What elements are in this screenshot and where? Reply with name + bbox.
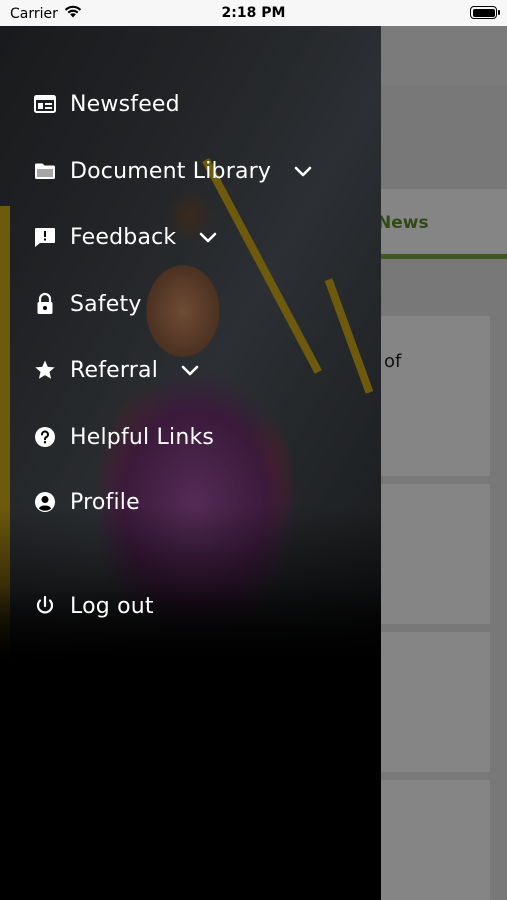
- menu-item-label: Referral: [70, 357, 159, 383]
- menu-item-label: Feedback: [70, 224, 177, 250]
- feedback-icon: [32, 224, 58, 250]
- menu-item-label: Helpful Links: [70, 424, 215, 450]
- status-time: 2:18 PM: [221, 5, 286, 21]
- menu-item-safety[interactable]: Safety: [32, 284, 142, 324]
- menu-item-newsfeed[interactable]: Newsfeed: [32, 84, 180, 124]
- chevron-down-icon[interactable]: [196, 225, 220, 249]
- folder-icon: [32, 158, 58, 184]
- help-icon: [32, 424, 58, 450]
- chevron-down-icon[interactable]: [291, 159, 315, 183]
- status-bar: Carrier 2:18 PM: [0, 0, 507, 26]
- menu-item-document-library[interactable]: Document Library: [32, 151, 315, 191]
- menu-item-label: Safety: [70, 291, 142, 317]
- newsfeed-icon: [32, 91, 58, 117]
- menu-item-feedback[interactable]: Feedback: [32, 217, 220, 257]
- drawer-menu: Newsfeed Document Library Feedback Safet…: [0, 26, 381, 900]
- menu-item-label: Profile: [70, 489, 140, 515]
- menu-item-label: Document Library: [70, 158, 272, 184]
- menu-item-helpful-links[interactable]: Helpful Links: [32, 417, 214, 457]
- power-icon: [32, 593, 58, 619]
- menu-item-label: Newsfeed: [70, 91, 180, 117]
- navigation-drawer: Newsfeed Document Library Feedback Safet…: [0, 26, 381, 900]
- account-icon: [32, 489, 58, 515]
- menu-item-label: Log out: [70, 593, 154, 619]
- menu-item-log-out[interactable]: Log out: [32, 586, 154, 626]
- chevron-down-icon[interactable]: [178, 358, 202, 382]
- star-icon: [32, 357, 58, 383]
- battery-icon: [470, 6, 500, 19]
- menu-item-referral[interactable]: Referral: [32, 350, 202, 390]
- lock-icon: [32, 291, 58, 317]
- menu-item-profile[interactable]: Profile: [32, 482, 140, 522]
